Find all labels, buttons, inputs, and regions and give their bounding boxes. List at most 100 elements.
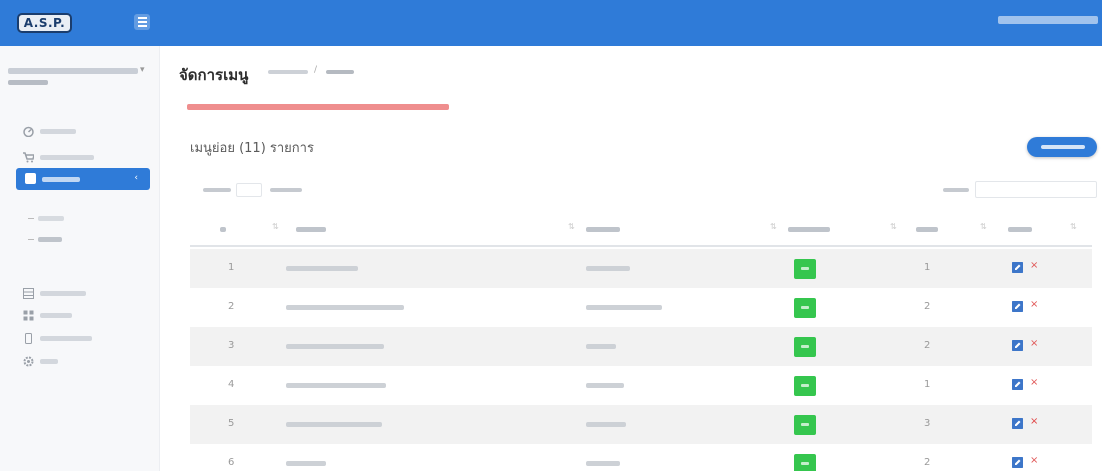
edit-icon[interactable]	[1012, 418, 1023, 429]
breadcrumb-current	[326, 70, 354, 74]
sort-icon[interactable]: ⇅	[568, 222, 575, 231]
top-navbar: A.S.P.	[0, 0, 1102, 46]
phone-icon	[25, 333, 32, 344]
search-label	[943, 188, 969, 192]
column-header-number[interactable]	[220, 227, 226, 232]
edit-icon[interactable]	[1012, 379, 1023, 390]
gauge-icon	[23, 126, 34, 137]
chevron-left-icon: ‹	[134, 173, 138, 183]
cell-submenu-name	[286, 305, 404, 310]
table-icon	[23, 288, 34, 299]
table-row: 2 2 ×	[190, 288, 1092, 327]
cell-main-menu	[586, 461, 620, 466]
gear-icon	[23, 356, 34, 367]
list-icon	[23, 310, 34, 321]
page-title: จัดการเมนู	[179, 66, 249, 84]
cell-number: 5	[228, 418, 235, 429]
sidebar-item-settings[interactable]	[0, 348, 160, 374]
search-input[interactable]	[975, 181, 1097, 198]
user-dropdown-icon[interactable]: ▾	[140, 65, 145, 75]
sidebar-label	[40, 313, 72, 318]
sidebar-label	[40, 336, 92, 341]
add-submenu-label	[1041, 145, 1085, 149]
submenu-dash	[28, 239, 34, 240]
sidebar: ▾ ‹	[0, 46, 160, 471]
breadcrumb-separator: /	[314, 65, 318, 75]
user-email-link[interactable]	[998, 16, 1098, 24]
edit-icon[interactable]	[1012, 262, 1023, 273]
cell-main-menu	[586, 383, 624, 388]
table-row: 4 1 ×	[190, 366, 1092, 405]
sidebar-user-email[interactable]	[8, 68, 138, 74]
sidebar-item-orders[interactable]	[0, 144, 160, 170]
table-row: 1 1 ×	[190, 249, 1092, 288]
sort-icon[interactable]: ⇅	[980, 222, 987, 231]
logo-text: A.S.P.	[23, 16, 66, 30]
sidebar-label	[40, 129, 76, 134]
cell-order: 1	[924, 379, 931, 390]
sidebar-item-menu-management[interactable]: ‹	[16, 168, 150, 190]
column-header-main-menu[interactable]	[586, 227, 620, 232]
cart-icon	[23, 152, 34, 163]
delete-icon[interactable]: ×	[1030, 299, 1038, 310]
cell-submenu-name	[286, 461, 326, 466]
sidebar-label	[40, 155, 94, 160]
cell-order: 2	[924, 301, 931, 312]
status-toggle[interactable]	[794, 298, 816, 318]
cell-order: 1	[924, 262, 931, 273]
hamburger-icon[interactable]	[134, 14, 150, 30]
sidebar-user-role	[8, 80, 48, 85]
delete-icon[interactable]: ×	[1030, 260, 1038, 271]
sort-icon[interactable]: ⇅	[1070, 222, 1077, 231]
column-header-status[interactable]	[788, 227, 830, 232]
cell-number: 6	[228, 457, 235, 468]
table-header: ⇅ ⇅ ⇅ ⇅ ⇅ ⇅	[190, 214, 1092, 247]
table-row: 6 2 ×	[190, 444, 1092, 471]
entries-per-page-select[interactable]	[236, 183, 262, 197]
cell-order: 2	[924, 457, 931, 468]
status-toggle[interactable]	[794, 376, 816, 396]
delete-icon[interactable]: ×	[1030, 416, 1038, 427]
cell-submenu-name	[286, 422, 382, 427]
column-header-submenu-name[interactable]	[296, 227, 326, 232]
checkbox-icon	[25, 173, 36, 184]
edit-icon[interactable]	[1012, 301, 1023, 312]
cell-number: 3	[228, 340, 235, 351]
cell-order: 3	[924, 418, 931, 429]
cell-main-menu	[586, 305, 662, 310]
sidebar-subitem-sub-menu[interactable]	[38, 237, 62, 242]
table-row: 3 2 ×	[190, 327, 1092, 366]
sidebar-label	[40, 291, 86, 296]
edit-icon[interactable]	[1012, 340, 1023, 351]
delete-icon[interactable]: ×	[1030, 338, 1038, 349]
cell-number: 4	[228, 379, 235, 390]
sidebar-item-dashboard[interactable]	[0, 118, 160, 144]
sidebar-subitem-main-menu[interactable]	[38, 216, 64, 221]
column-header-order[interactable]	[916, 227, 938, 232]
cell-submenu-name	[286, 383, 386, 388]
app-logo[interactable]: A.S.P.	[17, 13, 72, 33]
submenu-count-label: เมนูย่อย (11) รายการ	[190, 141, 314, 156]
status-toggle[interactable]	[794, 337, 816, 357]
sort-icon[interactable]: ⇅	[770, 222, 777, 231]
cell-number: 1	[228, 262, 235, 273]
sort-icon[interactable]: ⇅	[272, 222, 279, 231]
table-row: 5 3 ×	[190, 405, 1092, 444]
cell-order: 2	[924, 340, 931, 351]
cell-submenu-name	[286, 344, 384, 349]
delete-icon[interactable]: ×	[1030, 455, 1038, 466]
cell-number: 2	[228, 301, 235, 312]
delete-icon[interactable]: ×	[1030, 377, 1038, 388]
cell-main-menu	[586, 344, 616, 349]
edit-icon[interactable]	[1012, 457, 1023, 468]
entries-label	[270, 188, 302, 192]
warning-note	[187, 104, 449, 110]
cell-main-menu	[586, 422, 626, 427]
status-toggle[interactable]	[794, 454, 816, 471]
breadcrumb-item[interactable]	[268, 70, 308, 74]
sort-icon[interactable]: ⇅	[890, 222, 897, 231]
status-toggle[interactable]	[794, 259, 816, 279]
add-submenu-button[interactable]	[1027, 137, 1097, 157]
status-toggle[interactable]	[794, 415, 816, 435]
show-label	[203, 188, 231, 192]
